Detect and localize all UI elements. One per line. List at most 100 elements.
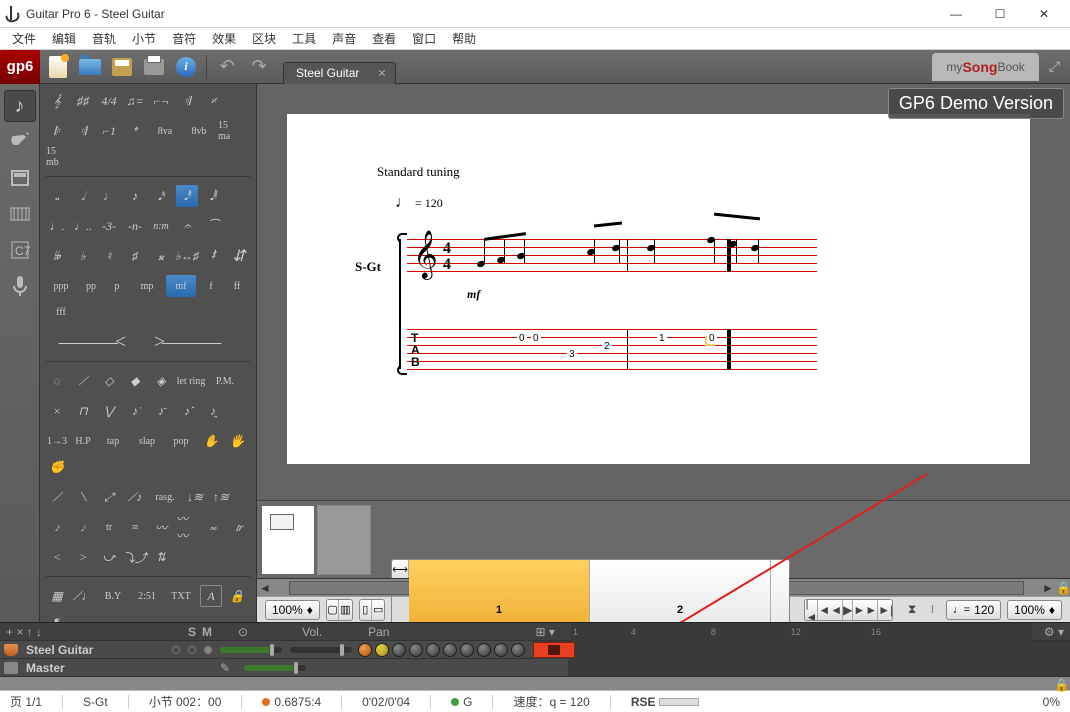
dyn-mp[interactable]: mp <box>132 275 162 297</box>
arpeggio-up-icon[interactable]: ↑≋ <box>210 486 232 508</box>
harmonic1-icon[interactable]: ◇ <box>98 370 120 392</box>
decrescendo-icon[interactable]: >———— <box>140 331 230 353</box>
thumbnail-page-1[interactable] <box>261 505 315 575</box>
sharp2-icon[interactable]: 𝄪 <box>150 245 172 267</box>
note-sixteenth-icon[interactable]: 𝅘𝅥𝅯 <box>150 185 172 207</box>
tap[interactable]: tap <box>98 430 128 452</box>
dyn-fff[interactable]: fff <box>46 301 76 323</box>
natural-icon[interactable]: ♮ <box>98 245 120 267</box>
wide-vibrato-icon[interactable]: 〰〰 <box>176 516 198 538</box>
score-page[interactable]: Standard tuning = 120 S-Gt 𝄞 44 <box>287 114 1030 464</box>
knob[interactable] <box>426 643 440 657</box>
knob[interactable] <box>358 643 372 657</box>
slide-in-icon[interactable]: ⤢ <box>98 486 120 508</box>
menu-section[interactable]: 区块 <box>244 28 284 49</box>
turn-icon[interactable]: 𝆖 <box>228 516 250 538</box>
crescendo-icon[interactable]: ————< <box>46 331 136 353</box>
zoom-combo-2[interactable]: 100% ♦ <box>1007 600 1062 620</box>
menu-tools[interactable]: 工具 <box>284 28 324 49</box>
audio-clip[interactable] <box>533 642 575 658</box>
text-marker[interactable]: TXT <box>166 585 196 607</box>
side-mic-icon[interactable] <box>4 270 36 302</box>
clef-treble-icon[interactable]: 𝄞 <box>46 90 68 112</box>
go-start-button[interactable]: |◄ <box>805 600 818 620</box>
side-mixer-icon[interactable] <box>4 198 36 230</box>
knob[interactable] <box>409 643 423 657</box>
dot-icon[interactable]: ♩. <box>46 215 68 237</box>
countdown-button[interactable]: ⧘ <box>925 600 939 620</box>
tremolo-label[interactable]: n:m <box>150 215 172 237</box>
golpe-icon[interactable]: ✊ <box>46 456 68 478</box>
bend-more-icon[interactable]: > <box>72 546 94 568</box>
visibility-toggle[interactable] <box>204 646 212 654</box>
tab-fret[interactable]: 1 <box>657 333 667 344</box>
time-sig-icon[interactable]: 4/4 <box>98 90 120 112</box>
timeline-ruler[interactable]: 1 4 8 12 16 <box>571 623 1032 641</box>
menu-edit[interactable]: 编辑 <box>44 28 84 49</box>
layout-2-button[interactable]: ▥ <box>339 600 351 620</box>
mixer-tools[interactable]: + × ↑ ↓ <box>6 625 42 639</box>
fit-width-button[interactable]: ⟷ <box>392 560 409 580</box>
document-tab-close[interactable]: ✕ <box>377 67 386 80</box>
slash-icon[interactable]: ⟋♩ <box>72 585 94 607</box>
slide-down-icon[interactable]: ⟍ <box>72 486 94 508</box>
close-button[interactable]: ✕ <box>1022 0 1066 28</box>
alt-ending-icon[interactable]: ⌐1 <box>98 120 120 142</box>
mixer-scrollbar[interactable]: 🔒 <box>0 676 1070 690</box>
menu-view[interactable]: 查看 <box>364 28 404 49</box>
octave-8va[interactable]: 8va <box>150 120 180 142</box>
forward-button[interactable]: ►► <box>853 600 878 620</box>
open-file-button[interactable] <box>76 53 104 81</box>
zoom-combo-1[interactable]: 100% ♦ <box>265 600 320 620</box>
page-1-button[interactable]: 1 <box>409 560 590 623</box>
grace-icon[interactable]: 𝆔 <box>46 516 68 538</box>
tuplet-icon[interactable]: -3- <box>98 215 120 237</box>
chord-grid-icon[interactable]: ▦ <box>46 585 68 607</box>
solo-toggle[interactable] <box>172 646 180 654</box>
print-button[interactable] <box>140 53 168 81</box>
triplet-feel-icon[interactable]: ♫= <box>124 90 146 112</box>
timer[interactable]: 2:51 <box>132 585 162 607</box>
octave-15mb[interactable]: 15 mb <box>46 146 68 168</box>
heavy-accent-icon[interactable]: ♪̭ <box>202 400 224 422</box>
side-amp-icon[interactable] <box>4 162 36 194</box>
trill[interactable]: tr <box>98 516 120 538</box>
knob[interactable] <box>477 643 491 657</box>
section-icon[interactable]: ¶ <box>46 611 68 622</box>
palm-mute[interactable]: P.M. <box>210 370 240 392</box>
ntuplet-icon[interactable]: -n- <box>124 215 146 237</box>
layout-horizontal-button[interactable]: ▭ <box>372 600 384 620</box>
brush-icon[interactable]: ⇵ <box>228 245 250 267</box>
mordent-icon[interactable]: 𝆗 <box>202 516 224 538</box>
slap[interactable]: slap <box>132 430 162 452</box>
hp-icon[interactable]: H.P <box>72 430 94 452</box>
info-button[interactable]: i <box>172 53 200 81</box>
flat2-icon[interactable]: 𝄫 <box>46 245 68 267</box>
redo-button[interactable]: ↷ <box>245 53 273 81</box>
master-pen-icon[interactable]: ✎ <box>220 661 236 675</box>
mute-toggle[interactable] <box>188 646 196 654</box>
barre[interactable]: B.Y <box>98 585 128 607</box>
timeline-options[interactable]: ⚙ ▾ <box>1044 625 1064 639</box>
menu-window[interactable]: 窗口 <box>404 28 444 49</box>
stroke-down-icon[interactable]: ⋁ <box>98 400 120 422</box>
dyn-pp[interactable]: pp <box>80 275 102 297</box>
rewind-button[interactable]: ◄◄ <box>818 600 843 620</box>
volume-slider[interactable] <box>220 647 282 653</box>
side-chord-icon[interactable]: C7 <box>4 234 36 266</box>
minimize-button[interactable]: — <box>934 0 978 28</box>
side-note-icon[interactable]: ♪ <box>4 90 36 122</box>
lock-icon[interactable]: 🔒 <box>226 585 248 607</box>
rest-icon[interactable]: 𝄽 <box>202 245 224 267</box>
track-steel-guitar[interactable]: Steel Guitar <box>0 640 1070 658</box>
side-guitar-icon[interactable] <box>4 126 36 158</box>
menu-track[interactable]: 音轨 <box>84 28 124 49</box>
grace2-icon[interactable]: 𝆕 <box>72 516 94 538</box>
repeat-sign-icon[interactable]: 𝄇 <box>176 90 198 112</box>
menu-note[interactable]: 音符 <box>164 28 204 49</box>
knob[interactable] <box>494 643 508 657</box>
tenuto-icon[interactable]: ♪̄ <box>150 400 172 422</box>
knob[interactable] <box>443 643 457 657</box>
menu-bar[interactable]: 小节 <box>124 28 164 49</box>
repeat-close-icon[interactable]: 𝄇 <box>72 120 94 142</box>
